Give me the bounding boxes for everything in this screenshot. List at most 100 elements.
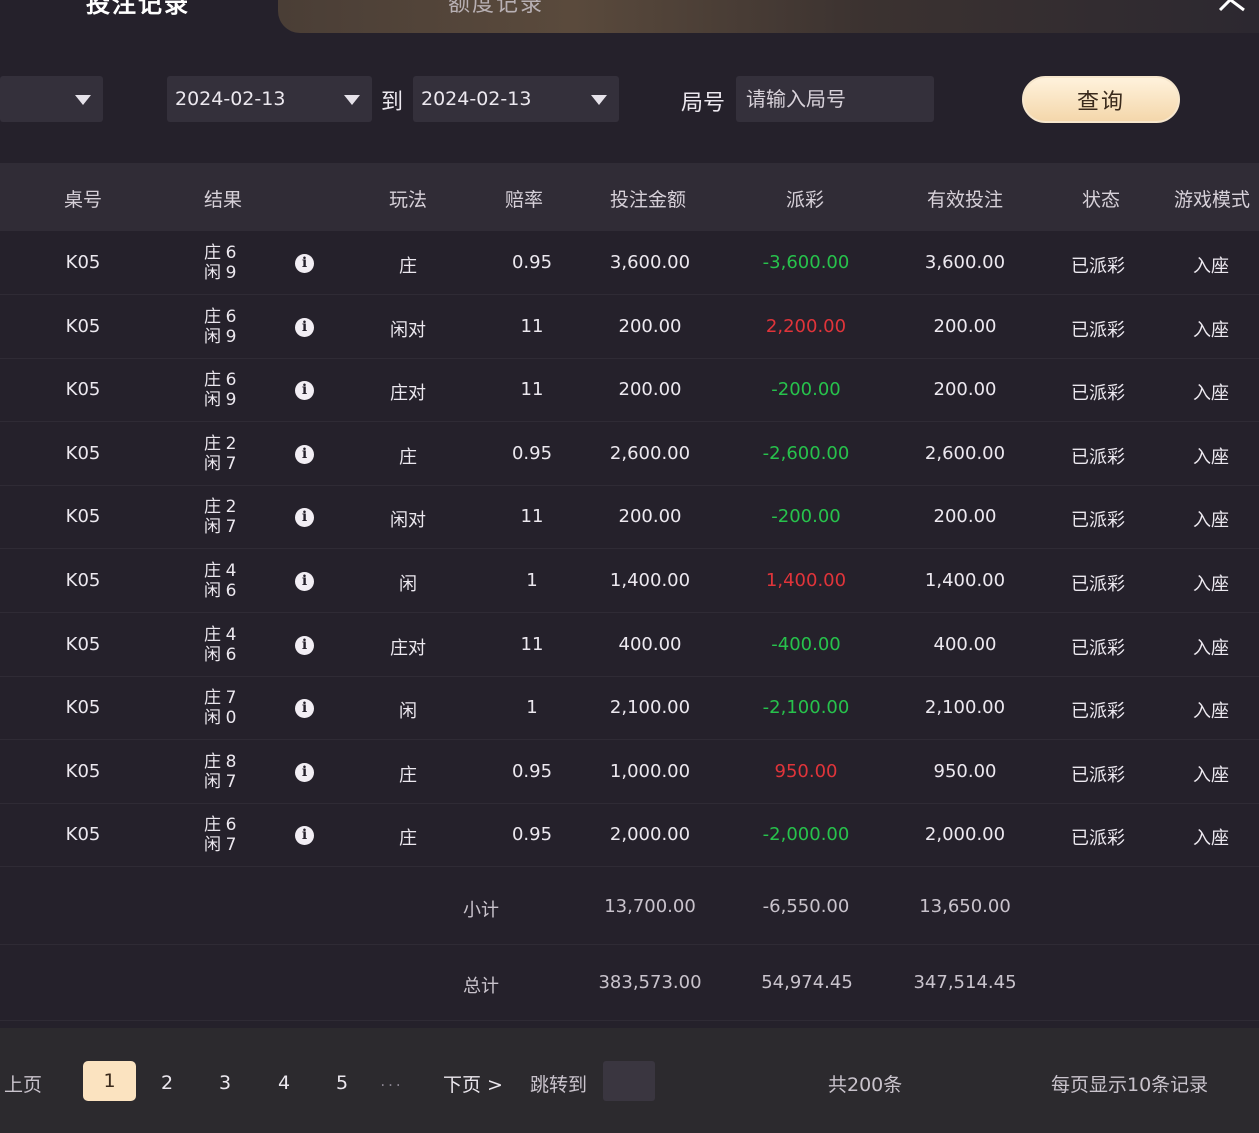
query-button[interactable]: 查询	[1022, 76, 1180, 123]
cell-result: 庄6闲9	[204, 370, 254, 410]
banker-label: 庄	[204, 815, 221, 836]
cell-payout: -200.00	[771, 379, 841, 401]
cell-play: 庄对	[390, 637, 426, 659]
cell-odds: 11	[520, 379, 544, 401]
page-5[interactable]: 5	[336, 1072, 348, 1094]
cell-valid-bet: 2,000.00	[924, 824, 1006, 846]
cell-status: 已派彩	[1071, 383, 1125, 405]
info-icon[interactable]: i	[295, 381, 314, 401]
page-1-current[interactable]: 1	[83, 1061, 136, 1101]
cell-odds: 11	[520, 506, 544, 528]
top-tab-bar: 投注记录 额度记录	[0, 0, 1259, 33]
page-4[interactable]: 4	[278, 1072, 290, 1094]
total-valid: 347,514.45	[913, 972, 1017, 993]
info-icon[interactable]: i	[295, 508, 314, 528]
jump-page-input[interactable]	[603, 1061, 655, 1101]
info-icon[interactable]: i	[295, 762, 314, 782]
chevron-down-icon	[75, 95, 91, 105]
next-page-button[interactable]: 下页 >	[443, 1070, 503, 1097]
banker-point: 2	[225, 497, 237, 518]
cell-game-mode: 入座	[1193, 256, 1229, 277]
cell-bet-amount: 3,600.00	[609, 252, 691, 273]
page-2[interactable]: 2	[161, 1072, 173, 1094]
header-bet-amount: 投注金额	[609, 189, 687, 211]
cell-bet-amount: 2,600.00	[609, 442, 691, 464]
info-icon[interactable]: i	[295, 254, 314, 273]
cell-play: 庄	[399, 446, 417, 468]
banker-label: 庄	[204, 433, 221, 454]
cell-result: 庄7闲0	[204, 688, 254, 728]
cell-game-mode: 入座	[1193, 574, 1229, 595]
cell-result: 庄2闲7	[204, 434, 254, 474]
subtotal-valid: 13,650.00	[919, 896, 1011, 917]
tab-bet-records[interactable]: 投注记录	[86, 0, 190, 19]
player-point: 9	[225, 326, 237, 347]
cell-result: 庄2闲7	[204, 497, 254, 537]
banker-label: 庄	[204, 306, 221, 327]
cell-game-mode: 入座	[1193, 446, 1229, 468]
banker-label: 庄	[204, 624, 221, 645]
round-number-input[interactable]	[736, 76, 934, 122]
info-icon[interactable]: i	[295, 444, 314, 464]
info-icon[interactable]: i	[295, 699, 314, 719]
cell-bet-amount: 400.00	[618, 633, 682, 655]
cell-valid-bet: 200.00	[933, 506, 997, 528]
cell-status: 已派彩	[1071, 446, 1125, 468]
cell-payout: -2,600.00	[762, 442, 850, 464]
header-table-no: 桌号	[63, 189, 103, 211]
cell-odds: 0.95	[511, 824, 553, 846]
cell-play: 闲	[399, 701, 417, 723]
table-row: K05 闲对 11 200.00 -200.00 200.00 已派彩 入座 庄 2 闲 7 i	[0, 486, 1259, 550]
prev-page-button[interactable]: 上页	[4, 1070, 42, 1097]
cell-bet-amount: 200.00	[618, 379, 682, 401]
subtotal-label: 小计	[463, 900, 499, 921]
close-icon[interactable]	[1216, 0, 1250, 16]
player-label: 闲	[204, 835, 221, 856]
date-to-select[interactable]: 2024-02-13	[413, 76, 619, 122]
banker-label: 庄	[204, 370, 221, 391]
inactive-tab-background	[278, 0, 1259, 33]
cell-table-no: K05	[65, 697, 101, 719]
info-icon[interactable]: i	[295, 572, 314, 591]
cell-odds: 0.95	[511, 760, 553, 782]
cell-status: 已派彩	[1071, 574, 1125, 595]
cell-play: 庄对	[390, 383, 426, 405]
cell-valid-bet: 1,400.00	[924, 570, 1006, 591]
banker-label: 庄	[204, 243, 221, 263]
info-icon[interactable]: i	[295, 635, 314, 655]
cell-table-no: K05	[65, 252, 101, 273]
player-point: 6	[225, 644, 237, 665]
cell-status: 已派彩	[1071, 510, 1125, 532]
player-point: 7	[225, 517, 237, 538]
date-from-value: 2024-02-13	[175, 88, 286, 110]
subtotal-payout: -6,550.00	[762, 896, 850, 917]
cell-result: 庄4闲6	[204, 561, 254, 601]
cell-bet-amount: 200.00	[618, 506, 682, 528]
info-icon[interactable]: i	[295, 317, 314, 337]
header-valid-bet: 有效投注	[926, 189, 1004, 211]
player-point: 0	[225, 708, 237, 729]
page-3[interactable]: 3	[219, 1072, 231, 1094]
player-label: 闲	[204, 581, 221, 601]
total-bet: 383,573.00	[598, 972, 702, 993]
player-point: 6	[225, 581, 237, 601]
game-type-select[interactable]	[0, 76, 103, 122]
cell-odds: 11	[520, 315, 544, 337]
cell-status: 已派彩	[1071, 256, 1125, 277]
cell-status: 已派彩	[1071, 637, 1125, 659]
cell-odds: 11	[520, 633, 544, 655]
cell-payout: 2,200.00	[765, 315, 847, 337]
page-ellipsis: ...	[380, 1072, 404, 1090]
table-row: K05 庄 0.95 2,000.00 -2,000.00 2,000.00 已派彩 入座庄 6…	[0, 804, 1259, 868]
cell-game-mode: 入座	[1193, 637, 1229, 659]
player-label: 闲	[204, 390, 221, 411]
cell-result: 庄8闲7	[204, 752, 254, 792]
date-from-select[interactable]: 2024-02-13	[167, 76, 372, 122]
cell-valid-bet: 950.00	[933, 760, 997, 782]
cell-payout: -400.00	[771, 633, 841, 655]
player-label: 闲	[204, 708, 221, 729]
cell-game-mode: 入座	[1193, 319, 1229, 341]
tab-credit-records[interactable]: 额度记录	[448, 0, 544, 18]
total-label: 总计	[463, 976, 499, 997]
info-icon[interactable]: i	[295, 826, 314, 846]
